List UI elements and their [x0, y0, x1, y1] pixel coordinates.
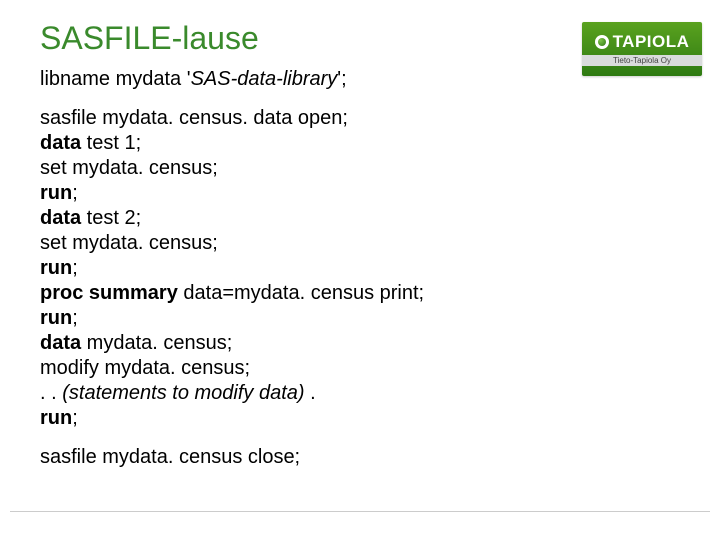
slide: TAPIOLA Tieto-Tapiola Oy SASFILE-lause l…	[0, 0, 720, 540]
code-text: ;	[72, 407, 78, 429]
code-text: mydata. census;	[81, 332, 232, 354]
code-line: set mydata. census;	[40, 156, 680, 181]
libname-prefix: libname mydata '	[40, 68, 191, 90]
code-line: data test 1;	[40, 131, 680, 156]
code-line: modify mydata. census;	[40, 356, 680, 381]
code-comment: (statements to modify data)	[62, 382, 304, 404]
code-line: run;	[40, 181, 680, 206]
code-text: test 1;	[81, 132, 141, 154]
footer-divider	[10, 511, 710, 512]
code-line: . . (statements to modify data) .	[40, 381, 680, 406]
close-line: sasfile mydata. census close;	[40, 445, 680, 470]
code-line: sasfile mydata. census. data open;	[40, 106, 680, 131]
kw-run: run	[40, 407, 72, 429]
code-text: data=mydata. census print;	[178, 282, 424, 304]
code-line: run;	[40, 406, 680, 431]
code-text: ;	[72, 182, 78, 204]
kw-data: data	[40, 207, 81, 229]
code-line: data mydata. census;	[40, 331, 680, 356]
kw-run: run	[40, 257, 72, 279]
content-area: SASFILE-lause libname mydata 'SAS-data-l…	[40, 20, 680, 470]
code-line: data test 2;	[40, 206, 680, 231]
spacer	[40, 92, 680, 106]
code-text: ;	[72, 307, 78, 329]
code-text: ;	[72, 257, 78, 279]
code-line: run;	[40, 306, 680, 331]
slide-title: SASFILE-lause	[40, 20, 680, 57]
code-text: .	[305, 382, 316, 404]
libname-suffix: ';	[337, 68, 346, 90]
kw-proc: proc summary	[40, 282, 178, 304]
kw-run: run	[40, 182, 72, 204]
libname-lib: SAS-data-library	[191, 68, 338, 90]
code-text: test 2;	[81, 207, 141, 229]
code-line: set mydata. census;	[40, 231, 680, 256]
code-text: . .	[40, 382, 62, 404]
libname-line: libname mydata 'SAS-data-library';	[40, 67, 680, 92]
code-line: proc summary data=mydata. census print;	[40, 281, 680, 306]
kw-data: data	[40, 132, 81, 154]
kw-data: data	[40, 332, 81, 354]
kw-run: run	[40, 307, 72, 329]
spacer	[40, 431, 680, 445]
code-line: run;	[40, 256, 680, 281]
